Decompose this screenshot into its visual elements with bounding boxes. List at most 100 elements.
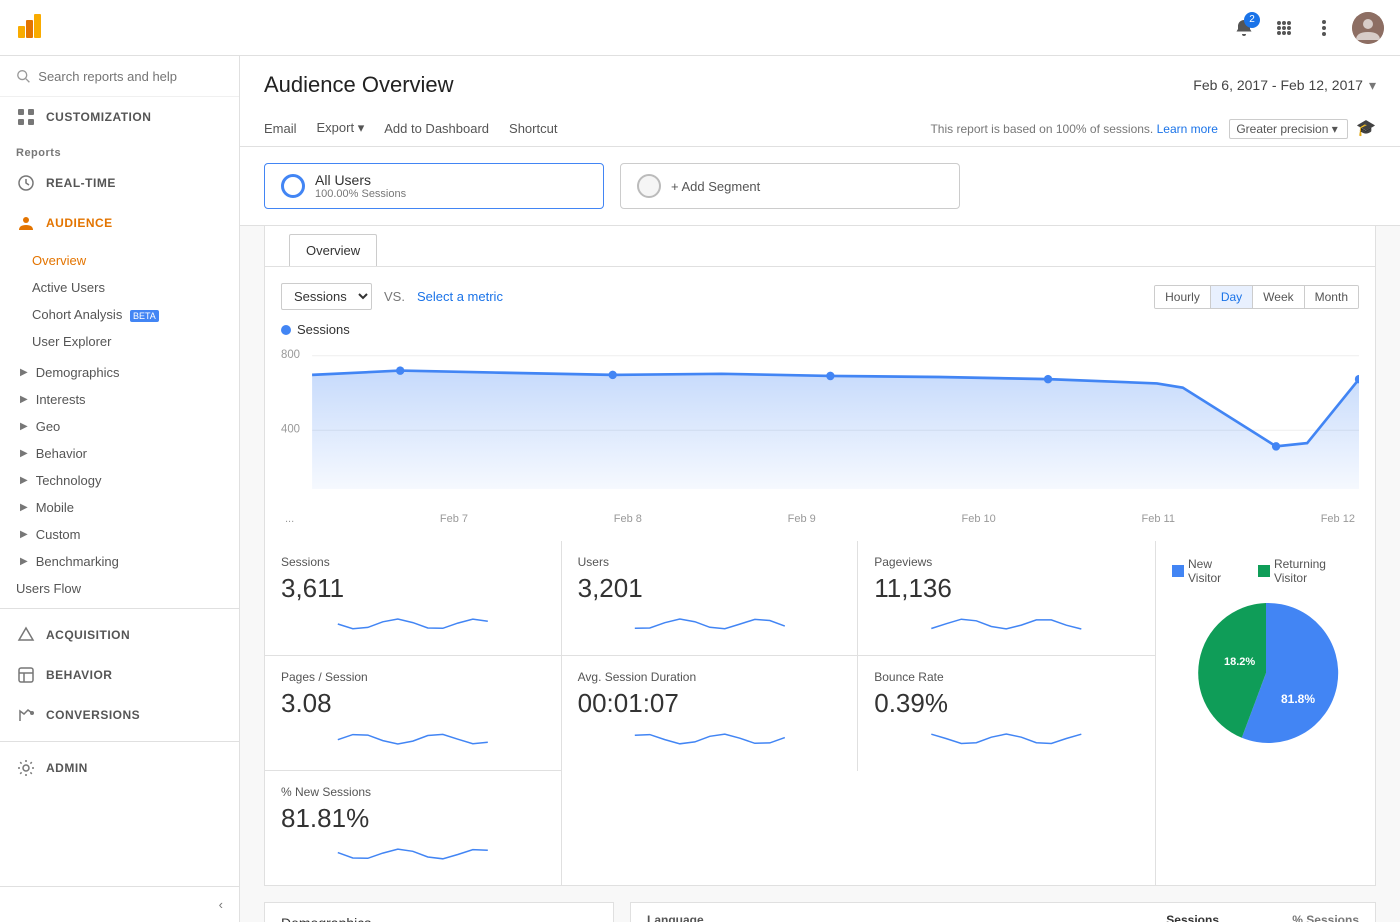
metric-sparkline: [281, 840, 545, 868]
chart-x-axis: ... Feb 7 Feb 8 Feb 9 Feb 10 Feb 11 Feb …: [281, 513, 1359, 525]
metric-label: Pageviews: [874, 555, 1139, 569]
sidebar-expandable-behavior[interactable]: ▶ Behavior: [0, 440, 239, 467]
select-metric-link[interactable]: Select a metric: [417, 289, 503, 304]
segments-row: All Users 100.00% Sessions + Add Segment: [240, 147, 1400, 226]
sidebar-item-conversions[interactable]: CONVERSIONS: [0, 695, 239, 735]
metric-card: Avg. Session Duration00:01:07: [562, 656, 859, 771]
sidebar: CUSTOMIZATION Reports REAL-TIME AUDIENCE…: [0, 56, 240, 922]
apps-grid-icon[interactable]: [1272, 16, 1296, 40]
conversions-label: CONVERSIONS: [46, 708, 140, 722]
new-visitor-label: New Visitor: [1188, 557, 1246, 585]
sidebar-expandable-demographics[interactable]: ▶ Demographics: [0, 359, 239, 386]
sidebar-sub-item-overview[interactable]: Overview: [0, 247, 239, 274]
audience-sub-menu: Overview Active Users Cohort Analysis BE…: [0, 243, 239, 359]
acquisition-label: ACQUISITION: [46, 628, 130, 642]
date-range-text: Feb 6, 2017 - Feb 12, 2017: [1193, 77, 1363, 93]
language-table: Language Sessions % Sessions 1. en-us2,5…: [630, 902, 1376, 922]
sidebar-expandable-custom[interactable]: ▶ Custom: [0, 521, 239, 548]
report-settings-icon[interactable]: 🎓: [1356, 120, 1376, 137]
metric-card: % New Sessions81.81%: [265, 771, 562, 885]
sidebar-sub-item-users-flow[interactable]: Users Flow: [0, 575, 239, 602]
metric-label: Bounce Rate: [874, 670, 1139, 684]
demographics-table: Demographics Language › Country: [264, 902, 614, 922]
toolbar: Email Export ▾ Add to Dashboard Shortcut…: [264, 110, 1376, 146]
audience-icon: [16, 213, 36, 233]
sidebar-expandable-interests[interactable]: ▶ Interests: [0, 386, 239, 413]
overview-tab[interactable]: Overview: [289, 234, 377, 266]
time-button-group: Hourly Day Week Month: [1154, 285, 1359, 309]
acquisition-icon: [16, 625, 36, 645]
legend-dot-icon: [281, 325, 291, 335]
realtime-icon: [16, 173, 36, 193]
all-users-segment[interactable]: All Users 100.00% Sessions: [264, 163, 604, 209]
new-visitor-color-swatch: [1172, 565, 1184, 577]
realtime-label: REAL-TIME: [46, 176, 116, 190]
metrics-section: Sessions3,611Users3,201Pageviews11,136Pa…: [264, 541, 1376, 886]
sidebar-item-admin[interactable]: ADMIN: [0, 748, 239, 788]
search-input[interactable]: [38, 69, 223, 84]
sidebar-sub-item-user-explorer[interactable]: User Explorer: [0, 328, 239, 355]
new-visitor-legend: New Visitor: [1172, 557, 1246, 585]
month-btn[interactable]: Month: [1305, 286, 1358, 308]
chart-area: 800 400: [281, 345, 1359, 505]
demographics-table-header: Demographics: [265, 903, 613, 922]
avatar[interactable]: [1352, 12, 1384, 44]
metric-sparkline: [578, 725, 842, 753]
pct-header-col: % Sessions: [1219, 913, 1359, 922]
metric-sparkline: [281, 725, 545, 753]
search-bar[interactable]: [0, 56, 239, 97]
sidebar-item-behavior[interactable]: BEHAVIOR: [0, 655, 239, 695]
sidebar-expandable-benchmarking[interactable]: ▶ Benchmarking: [0, 548, 239, 575]
sidebar-item-acquisition[interactable]: ACQUISITION: [0, 615, 239, 655]
returning-visitor-legend: Returning Visitor: [1258, 557, 1359, 585]
svg-text:18.2%: 18.2%: [1224, 656, 1255, 668]
day-btn[interactable]: Day: [1211, 286, 1253, 308]
topbar: 2: [0, 0, 1400, 56]
shortcut-button[interactable]: Shortcut: [509, 121, 557, 136]
metric-sparkline: [578, 610, 842, 638]
metric-select[interactable]: Sessions: [281, 283, 372, 310]
sidebar-sub-item-cohort[interactable]: Cohort Analysis BETA: [0, 301, 239, 328]
collapse-icon: ‹: [219, 897, 223, 912]
returning-visitor-color-swatch: [1258, 565, 1270, 577]
sessions-header-col: Sessions: [1139, 913, 1219, 922]
week-btn[interactable]: Week: [1253, 286, 1304, 308]
metric-value: 11,136: [874, 573, 1139, 604]
sidebar-item-customization[interactable]: CUSTOMIZATION: [0, 97, 239, 137]
sidebar-sub-item-active-users[interactable]: Active Users: [0, 274, 239, 301]
hourly-btn[interactable]: Hourly: [1155, 286, 1211, 308]
email-button[interactable]: Email: [264, 121, 297, 136]
chevron-demographics-icon: ▶: [20, 367, 28, 378]
chart-controls: Sessions VS. Select a metric Hourly Day …: [281, 283, 1359, 310]
sidebar-item-realtime[interactable]: REAL-TIME: [0, 163, 239, 203]
language-table-header: Language Sessions % Sessions: [631, 903, 1375, 922]
metric-sparkline: [874, 725, 1139, 753]
chart-left-controls: Sessions VS. Select a metric: [281, 283, 503, 310]
metric-value: 00:01:07: [578, 688, 842, 719]
sidebar-expandable-technology[interactable]: ▶ Technology: [0, 467, 239, 494]
notification-bell-icon[interactable]: 2: [1232, 16, 1256, 40]
add-to-dashboard-button[interactable]: Add to Dashboard: [384, 121, 489, 136]
sidebar-expandable-geo[interactable]: ▶ Geo: [0, 413, 239, 440]
admin-icon: [16, 758, 36, 778]
date-range-picker[interactable]: Feb 6, 2017 - Feb 12, 2017 ▾: [1193, 77, 1376, 94]
metric-cards-grid: Sessions3,611Users3,201Pageviews11,136Pa…: [265, 541, 1155, 885]
legend-label: Sessions: [297, 322, 350, 337]
lang-header-col: Language: [647, 913, 1139, 922]
learn-more-link[interactable]: Learn more: [1157, 122, 1218, 136]
sidebar-expandable-mobile[interactable]: ▶ Mobile: [0, 494, 239, 521]
chevron-interests-icon: ▶: [20, 394, 28, 405]
more-options-icon[interactable]: [1312, 16, 1336, 40]
export-button[interactable]: Export ▾: [317, 120, 365, 136]
sidebar-collapse-button[interactable]: ‹: [0, 886, 239, 922]
add-segment-button[interactable]: + Add Segment: [620, 163, 960, 209]
customization-label: CUSTOMIZATION: [46, 110, 151, 124]
metric-label: Users: [578, 555, 842, 569]
precision-select[interactable]: Greater precision ▾: [1229, 119, 1348, 139]
metric-value: 3,201: [578, 573, 842, 604]
behavior-icon: [16, 665, 36, 685]
demographics-section: Demographics Language › Country Language…: [264, 902, 1376, 922]
sidebar-item-audience[interactable]: AUDIENCE: [0, 203, 239, 243]
chevron-technology-icon: ▶: [20, 475, 28, 486]
add-segment-circle-icon: [637, 174, 661, 198]
